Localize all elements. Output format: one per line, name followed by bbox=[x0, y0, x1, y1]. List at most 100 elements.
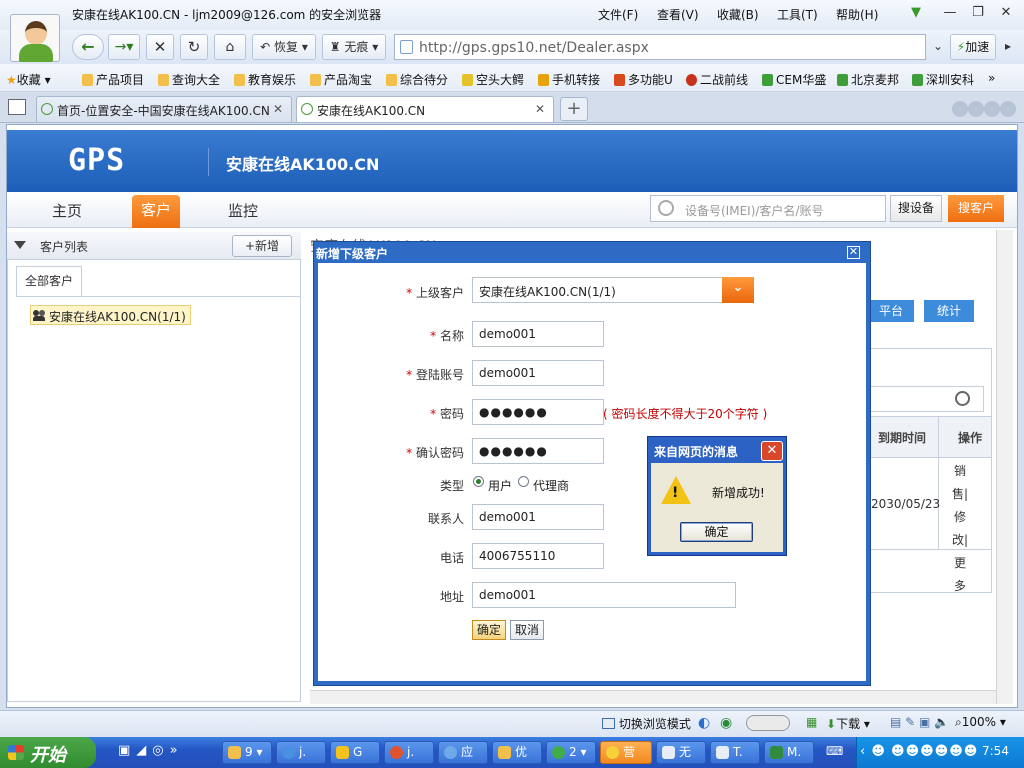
bookmark-item[interactable]: 多功能U bbox=[614, 71, 673, 88]
tab-home[interactable]: 首页-位置安全-中国安康在线AK100.CN ✕ bbox=[36, 96, 292, 122]
contact-input[interactable]: demo001 bbox=[472, 504, 604, 530]
nav-home[interactable]: 主页 bbox=[52, 200, 82, 221]
taskbar-item[interactable]: 应 bbox=[438, 741, 488, 764]
security-icon[interactable]: ◉ bbox=[720, 715, 732, 731]
taskbar-item[interactable]: 2 ▾ bbox=[546, 741, 596, 764]
menu-tools[interactable]: 工具(T) bbox=[777, 6, 818, 23]
bookmark-item[interactable]: 产品项目 bbox=[82, 71, 144, 88]
new-tab-button[interactable]: + bbox=[560, 97, 588, 121]
menu-view[interactable]: 查看(V) bbox=[657, 6, 699, 23]
taskbar-item[interactable]: 9 ▾ bbox=[222, 741, 272, 764]
ie-icon[interactable]: ◐ bbox=[698, 715, 710, 731]
minimize-icon[interactable]: — bbox=[940, 5, 960, 23]
toggle-icon[interactable] bbox=[746, 715, 790, 731]
bookmark-item[interactable]: CEM华盛 bbox=[762, 71, 826, 88]
menu-file[interactable]: 文件(F) bbox=[598, 6, 638, 23]
sidebar-toggle-icon[interactable] bbox=[8, 99, 26, 115]
download-button[interactable]: ⬇下载 ▾ bbox=[826, 715, 870, 732]
dialog-cancel-button[interactable]: 取消 bbox=[510, 620, 544, 640]
quick-launch-icons[interactable]: ▣◢◎» bbox=[118, 743, 184, 758]
tab-nav-icons[interactable] bbox=[952, 101, 1016, 121]
bookmark-item[interactable]: 手机转接 bbox=[538, 71, 600, 88]
name-input[interactable]: demo001 bbox=[472, 321, 604, 347]
zoom-control[interactable]: ⌕100% ▾ bbox=[955, 715, 1006, 730]
grid-icon[interactable]: ▦ bbox=[806, 715, 817, 729]
type-user-radio[interactable] bbox=[473, 476, 484, 487]
bookmark-item[interactable]: 综合待分 bbox=[386, 71, 448, 88]
user-avatar[interactable] bbox=[10, 14, 60, 62]
skin-icon[interactable]: ▼ bbox=[906, 5, 926, 23]
keyboard-icon[interactable]: ⌨ bbox=[826, 744, 843, 758]
account-input[interactable]: demo001 bbox=[472, 360, 604, 386]
search-input[interactable]: 设备号(IMEI)/客户名/账号 bbox=[650, 195, 886, 222]
restore-button[interactable]: ↶ 恢复 ▾ bbox=[252, 34, 316, 60]
taskbar-item[interactable]: 优 bbox=[492, 741, 542, 764]
taskbar-item[interactable]: j. bbox=[276, 741, 326, 764]
forward-icon[interactable]: →▾ bbox=[108, 34, 140, 60]
type-agent-radio[interactable] bbox=[518, 476, 529, 487]
taskbar-item[interactable]: M. bbox=[764, 741, 814, 764]
stats-button[interactable]: 统计 bbox=[924, 300, 974, 322]
horizontal-scrollbar[interactable] bbox=[310, 690, 996, 704]
search-device-button[interactable]: 搜设备 bbox=[890, 195, 942, 222]
taskbar-item[interactable]: G bbox=[330, 741, 380, 764]
accelerate-button[interactable]: ⚡加速 bbox=[950, 34, 996, 60]
tab-all-customers[interactable]: 全部客户 bbox=[16, 266, 82, 296]
go-icon[interactable]: ▸ bbox=[998, 34, 1018, 60]
taskbar-item[interactable]: T. bbox=[710, 741, 760, 764]
collapse-icon[interactable] bbox=[14, 241, 26, 249]
bookmark-item[interactable]: 空头大鳄 bbox=[462, 71, 524, 88]
tab-dealer[interactable]: 安康在线AK100.CN ✕ bbox=[296, 96, 554, 122]
bookmark-item[interactable]: 产品淘宝 bbox=[310, 71, 372, 88]
search-icon[interactable] bbox=[955, 391, 970, 406]
taskbar-item-active[interactable]: 营 bbox=[600, 741, 652, 764]
confirm-password-input[interactable]: ●●●●●● bbox=[472, 438, 604, 464]
password-input[interactable]: ●●●●●● bbox=[472, 399, 604, 425]
nav-monitor[interactable]: 监控 bbox=[228, 200, 258, 221]
type-user-label[interactable]: 用户 bbox=[488, 477, 512, 494]
search-customer-button[interactable]: 搜客户 bbox=[948, 195, 1004, 222]
nav-customer[interactable]: 客户 bbox=[132, 195, 180, 228]
bookmark-item[interactable]: 北京麦邦 bbox=[837, 71, 899, 88]
restore-icon[interactable]: ❐ bbox=[968, 5, 988, 23]
stop-icon[interactable]: ✕ bbox=[146, 34, 174, 60]
bookmark-item[interactable]: 教育娱乐 bbox=[234, 71, 296, 88]
row-operations[interactable]: 销 售|修 改|更 多 bbox=[946, 460, 974, 598]
phone-input[interactable]: 4006755110 bbox=[472, 543, 604, 569]
back-icon[interactable]: ← bbox=[72, 34, 104, 60]
alert-close-icon[interactable]: ✕ bbox=[761, 441, 783, 461]
dialog-close-icon[interactable]: ✕ bbox=[847, 246, 860, 259]
alert-ok-button[interactable]: 确定 bbox=[680, 522, 753, 542]
start-button[interactable]: 开始 bbox=[0, 737, 96, 768]
menu-favorites[interactable]: 收藏(B) bbox=[717, 6, 759, 23]
platform-button[interactable]: 平台 bbox=[868, 300, 914, 322]
bookmark-item[interactable]: 深圳安科 bbox=[912, 71, 974, 88]
favorites-menu[interactable]: ★收藏 ▾ bbox=[6, 71, 51, 88]
tray-icons[interactable]: ‹ ☻ ☻☻☻☻☻☻ bbox=[860, 744, 978, 759]
no-trace-button[interactable]: ♜ 无痕 ▾ bbox=[322, 34, 386, 60]
bookmark-more-button[interactable]: » bbox=[988, 71, 995, 85]
page-tools-icon[interactable]: ▤ ✎ ▣ 🔈 bbox=[890, 715, 949, 729]
home-icon[interactable]: ⌂ bbox=[214, 34, 246, 60]
dialog-ok-button[interactable]: 确定 bbox=[472, 620, 506, 640]
type-agent-label[interactable]: 代理商 bbox=[533, 477, 569, 494]
tab-close-icon[interactable]: ✕ bbox=[273, 102, 283, 116]
taskbar-item[interactable]: j. bbox=[384, 741, 434, 764]
menu-help[interactable]: 帮助(H) bbox=[836, 6, 878, 23]
address-dropdown-icon[interactable]: ⌄ bbox=[928, 34, 948, 60]
chevron-down-icon[interactable]: ⌄ bbox=[722, 277, 754, 303]
taskbar-item[interactable]: 无 bbox=[656, 741, 706, 764]
switch-mode-button[interactable]: 切换浏览模式 bbox=[602, 715, 691, 732]
parent-customer-select[interactable]: 安康在线AK100.CN(1/1) bbox=[472, 277, 754, 303]
refresh-icon[interactable]: ↻ bbox=[180, 34, 208, 60]
vertical-scrollbar[interactable] bbox=[996, 230, 1013, 704]
bookmark-item[interactable]: 查询大全 bbox=[158, 71, 220, 88]
page-icon bbox=[41, 103, 53, 115]
bookmark-item[interactable]: 二战前线 bbox=[686, 71, 748, 88]
tab-close-icon[interactable]: ✕ bbox=[535, 102, 545, 116]
customer-tree-node[interactable]: 安康在线AK100.CN(1/1) bbox=[30, 305, 191, 325]
add-customer-button[interactable]: +新增 bbox=[232, 235, 292, 257]
address-bar[interactable]: http://gps.gps10.net/Dealer.aspx bbox=[394, 34, 926, 60]
close-icon[interactable]: ✕ bbox=[996, 5, 1016, 23]
address-input[interactable]: demo001 bbox=[472, 582, 736, 608]
